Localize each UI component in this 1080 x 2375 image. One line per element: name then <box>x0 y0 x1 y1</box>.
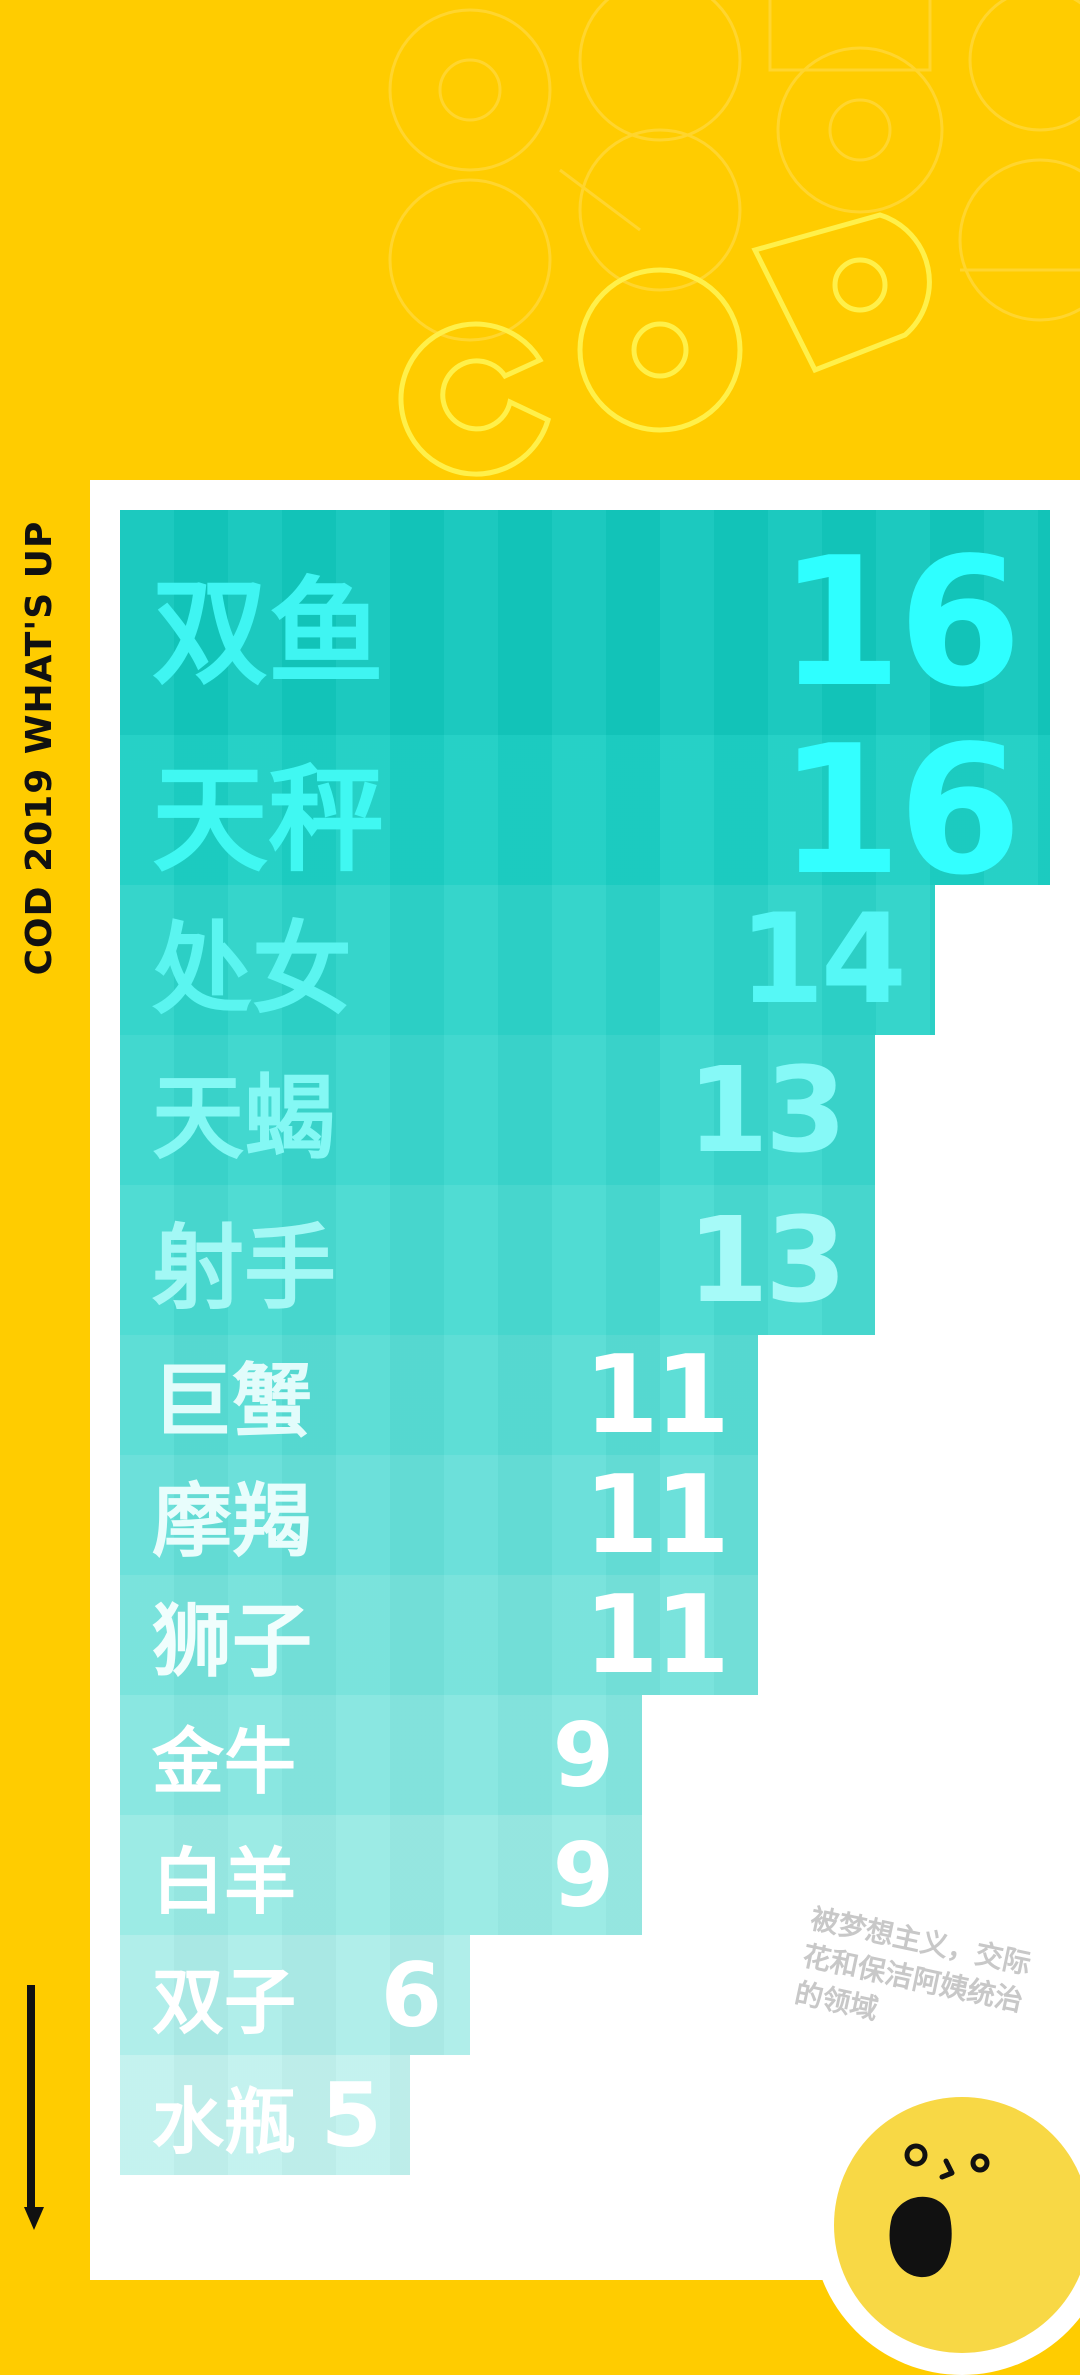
zodiac-sign-label: 处女 <box>152 910 352 1028</box>
side-title: COD 2019 WHAT'S UP <box>19 520 60 976</box>
ranking-row: 处女 14 <box>120 885 935 1035</box>
zodiac-count: 9 <box>552 1703 614 1807</box>
ranking-row: 白羊 9 <box>120 1815 642 1935</box>
zodiac-sign-label: 摩羯 <box>152 1475 312 1568</box>
zodiac-sign-label: 金牛 <box>152 1719 297 1804</box>
ranking-row: 射手 13 <box>120 1185 875 1335</box>
zodiac-count: 6 <box>380 1943 442 2047</box>
ranking-row: 双子 6 <box>120 1935 470 2055</box>
zodiac-sign-label: 射手 <box>152 1214 337 1322</box>
zodiac-count: 16 <box>778 519 1022 726</box>
ranking-row: 天蝎 13 <box>120 1035 875 1185</box>
ranking-row: 巨蟹 11 <box>120 1335 758 1455</box>
zodiac-count: 13 <box>686 1191 847 1329</box>
zodiac-count: 9 <box>552 1823 614 1927</box>
cod-watermark-decoration <box>388 0 1080 477</box>
zodiac-count: 11 <box>583 1335 730 1455</box>
ranking-row: 摩羯 11 <box>120 1455 758 1575</box>
zodiac-sign-label: 双鱼 <box>152 565 384 701</box>
zodiac-sign-label: 天蝎 <box>152 1064 337 1172</box>
ranking-row: 天秤 16 <box>120 735 1050 885</box>
zodiac-sign-label: 天秤 <box>152 753 384 885</box>
cod-outline-letters <box>398 212 932 477</box>
surprised-face-icon <box>889 2143 990 2278</box>
mascot <box>834 2097 1080 2353</box>
arrow-down-icon <box>24 1985 44 2230</box>
zodiac-count: 16 <box>778 735 1022 885</box>
zodiac-sign-label: 水瓶 <box>152 2079 297 2164</box>
ranking-row: 金牛 9 <box>120 1695 642 1815</box>
zodiac-count: 11 <box>583 1575 730 1695</box>
ranking-row: 水瓶 5 <box>120 2055 410 2175</box>
zodiac-count: 11 <box>583 1455 730 1575</box>
zodiac-sign-label: 狮子 <box>152 1595 312 1688</box>
faint-letter-pattern <box>388 0 1080 342</box>
zodiac-count: 13 <box>686 1041 847 1179</box>
zodiac-sign-label: 双子 <box>152 1959 297 2044</box>
zodiac-count: 5 <box>320 2063 382 2167</box>
ranking-row: 双鱼 16 <box>120 510 1050 735</box>
ranking-row: 狮子 11 <box>120 1575 758 1695</box>
zodiac-sign-label: 巨蟹 <box>152 1355 312 1448</box>
zodiac-count: 14 <box>738 888 907 1032</box>
zodiac-sign-label: 白羊 <box>152 1839 297 1924</box>
